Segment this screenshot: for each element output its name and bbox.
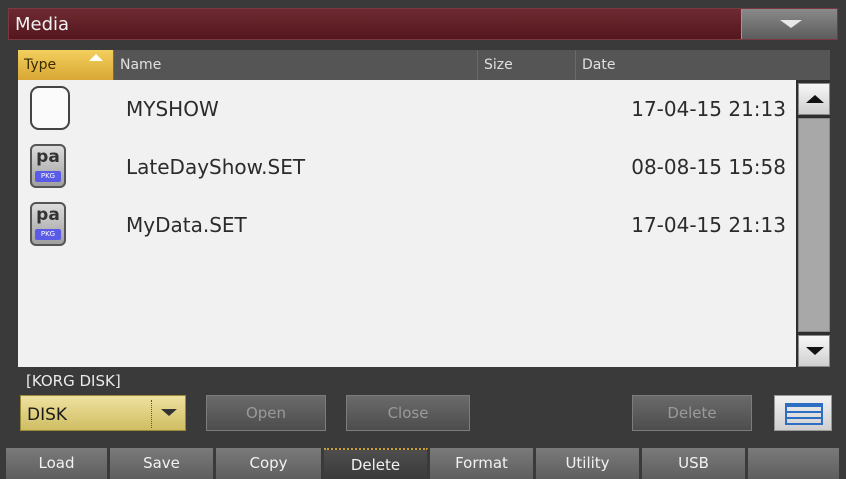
chevron-down-icon: [161, 409, 177, 416]
tab-usb[interactable]: USB: [642, 448, 746, 479]
sort-ascending-icon: [89, 54, 103, 61]
pa-file-icon: pa PKG: [30, 202, 66, 246]
chevron-down-icon: [780, 20, 802, 28]
file-list: MYSHOW 17-04-15 21:13 pa PKG LateDayShow…: [18, 80, 796, 367]
column-header-type[interactable]: Type: [18, 50, 114, 80]
device-select[interactable]: DISK: [20, 395, 186, 431]
tab-format[interactable]: Format: [430, 448, 534, 479]
scroll-down-button[interactable]: [798, 335, 830, 367]
list-view-icon: [785, 403, 823, 425]
tab-utility[interactable]: Utility: [536, 448, 640, 479]
title-bar: Media: [8, 8, 838, 40]
file-name: LateDayShow.SET: [126, 155, 306, 179]
list-view-button[interactable]: [774, 395, 832, 431]
file-row[interactable]: MYSHOW 17-04-15 21:13: [18, 80, 796, 138]
vertical-scrollbar[interactable]: [796, 80, 830, 367]
delete-button[interactable]: Delete: [632, 395, 752, 431]
scroll-thumb[interactable]: [798, 118, 830, 332]
tab-empty[interactable]: [748, 448, 840, 479]
column-label-name: Name: [120, 57, 162, 73]
column-header-size[interactable]: Size: [478, 50, 576, 80]
file-browser: Type Name Size Date MYSHOW 17-04-15 21:1…: [18, 50, 830, 367]
column-label-size: Size: [484, 57, 513, 73]
arrow-down-icon: [806, 347, 824, 355]
column-label-type: Type: [24, 57, 57, 73]
window-title: Media: [15, 14, 70, 35]
tab-bar: Load Save Copy Delete Format Utility USB: [0, 442, 846, 479]
file-name: MyData.SET: [126, 213, 247, 237]
device-select-value: DISK: [27, 405, 68, 425]
column-headers: Type Name Size Date: [18, 50, 830, 80]
file-date: 17-04-15 21:13: [631, 97, 786, 121]
open-button[interactable]: Open: [206, 395, 326, 431]
file-name: MYSHOW: [126, 97, 219, 121]
file-date: 08-08-15 15:58: [631, 155, 786, 179]
page-menu-button[interactable]: [741, 9, 837, 39]
close-button[interactable]: Close: [346, 395, 470, 431]
file-row[interactable]: pa PKG MyData.SET 17-04-15 21:13: [18, 196, 796, 254]
current-path: [KORG DISK]: [26, 372, 121, 390]
folder-icon: [30, 86, 70, 130]
file-row[interactable]: pa PKG LateDayShow.SET 08-08-15 15:58: [18, 138, 796, 196]
arrow-up-icon: [806, 95, 824, 103]
column-header-name[interactable]: Name: [114, 50, 478, 80]
tab-delete[interactable]: Delete: [324, 448, 428, 479]
tab-load[interactable]: Load: [6, 448, 108, 479]
column-label-date: Date: [582, 57, 616, 73]
scroll-up-button[interactable]: [798, 83, 830, 115]
tab-save[interactable]: Save: [110, 448, 214, 479]
file-date: 17-04-15 21:13: [631, 213, 786, 237]
pa-file-icon: pa PKG: [30, 144, 66, 188]
tab-copy[interactable]: Copy: [216, 448, 322, 479]
column-header-date[interactable]: Date: [576, 50, 796, 80]
